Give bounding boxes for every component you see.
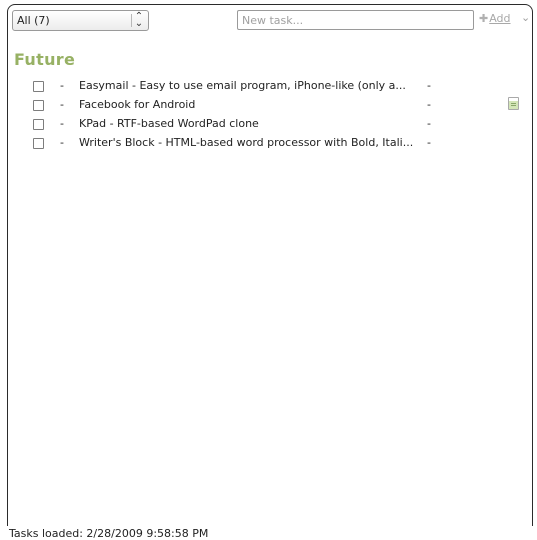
due-date: - [427, 136, 431, 149]
toolbar: All (7) ⌃⌄ ✚Add ⌄ [8, 9, 532, 33]
dropdown-separator [131, 14, 132, 27]
task-row[interactable]: - Facebook for Android - [0, 97, 537, 116]
task-row[interactable]: - KPad - RTF-based WordPad clone - [0, 116, 537, 135]
priority-dash: - [60, 98, 64, 111]
task-title[interactable]: Writer's Block - HTML-based word process… [79, 136, 424, 149]
note-icon[interactable] [508, 97, 519, 110]
new-task-input[interactable] [237, 10, 474, 30]
task-title[interactable]: KPad - RTF-based WordPad clone [79, 117, 424, 130]
status-text: Tasks loaded: 2/28/2009 9:58:58 PM [9, 527, 209, 540]
add-button[interactable]: ✚Add [479, 12, 511, 25]
chevron-down-icon[interactable]: ⌄ [521, 11, 530, 24]
due-date: - [427, 117, 431, 130]
priority-dash: - [60, 117, 64, 130]
task-checkbox[interactable] [33, 119, 44, 130]
due-date: - [427, 79, 431, 92]
filter-value: All (7) [17, 14, 50, 27]
updown-arrows-icon: ⌃ ⌄ [134, 11, 144, 29]
task-title[interactable]: Facebook for Android [79, 98, 424, 111]
task-list: - Easymail - Easy to use email program, … [0, 78, 537, 154]
add-button-label: Add [489, 12, 511, 25]
task-row[interactable]: - Easymail - Easy to use email program, … [0, 78, 537, 97]
task-checkbox[interactable] [33, 100, 44, 111]
task-checkbox[interactable] [33, 138, 44, 149]
task-checkbox[interactable] [33, 81, 44, 92]
priority-dash: - [60, 136, 64, 149]
plus-icon: ✚ [479, 12, 489, 25]
due-date: - [427, 98, 431, 111]
task-row[interactable]: - Writer's Block - HTML-based word proce… [0, 135, 537, 154]
app-window: All (7) ⌃⌄ ✚Add ⌄ Future - Easymail - Ea… [0, 0, 537, 540]
task-title[interactable]: Easymail - Easy to use email program, iP… [79, 79, 424, 92]
section-title: Future [14, 50, 76, 69]
status-bar: Tasks loaded: 2/28/2009 9:58:58 PM [0, 526, 537, 540]
priority-dash: - [60, 79, 64, 92]
filter-dropdown[interactable]: All (7) ⌃ ⌄ [12, 10, 149, 31]
